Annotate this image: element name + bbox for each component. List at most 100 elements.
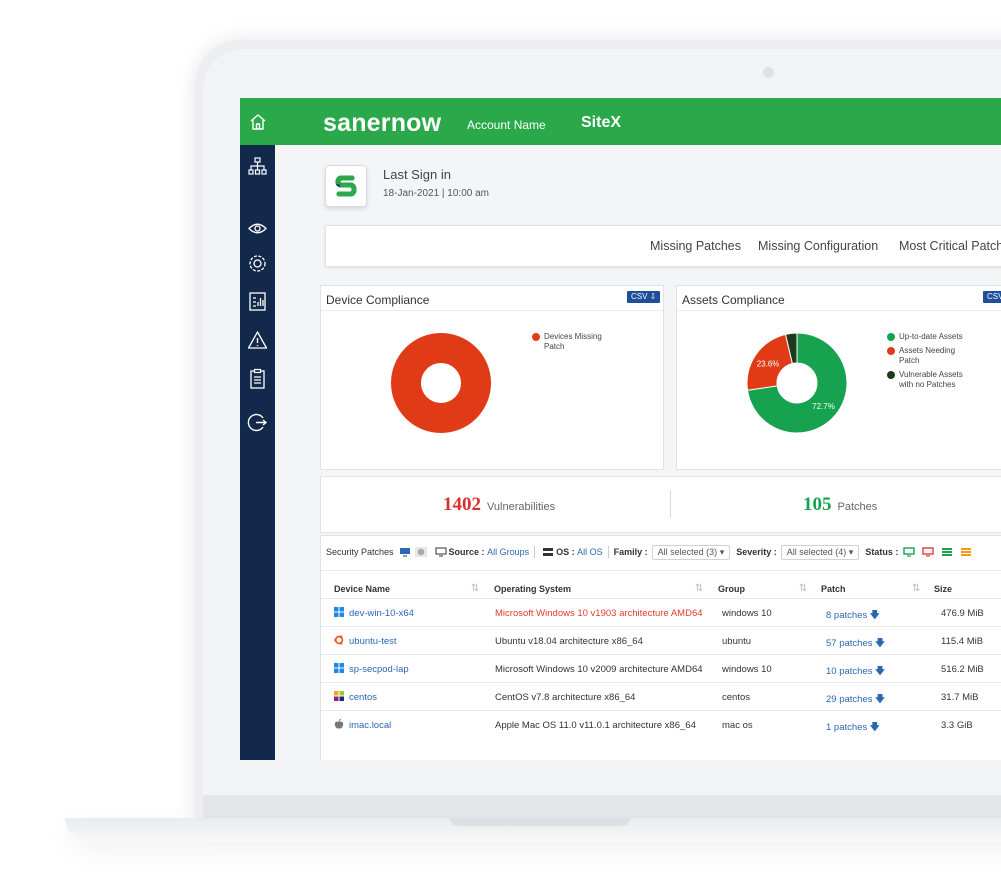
card-divider bbox=[321, 310, 663, 311]
tab-missing-configuration[interactable]: Missing Configuration bbox=[758, 239, 878, 253]
sort-icon[interactable]: ⇅ bbox=[799, 583, 807, 594]
network-icon[interactable] bbox=[247, 156, 268, 177]
gear-icon[interactable] bbox=[247, 253, 268, 274]
home-icon bbox=[250, 113, 265, 130]
download-arrow-icon: 🡇 bbox=[869, 610, 880, 621]
os-filter-label: OS : bbox=[556, 547, 575, 557]
account-name-label: Account Name bbox=[467, 118, 546, 132]
column-header-patch[interactable]: Patch bbox=[821, 584, 846, 594]
tab-missing-patches[interactable]: Missing Patches bbox=[650, 239, 741, 253]
size-cell: 31.7 MiB bbox=[941, 692, 979, 703]
device-name-link[interactable]: ubuntu-test bbox=[349, 636, 397, 647]
operating-system-cell: CentOS v7.8 architecture x86_64 bbox=[495, 692, 636, 703]
source-filter-label: Source : bbox=[448, 547, 485, 557]
account-name-value[interactable]: SiteX bbox=[581, 114, 621, 132]
legend-item-devices-missing-patch[interactable]: Devices Missing Patch bbox=[532, 332, 612, 352]
device-compliance-csv-button[interactable]: CSV ⇩ bbox=[627, 291, 661, 303]
laptop-notch bbox=[450, 818, 630, 826]
download-arrow-icon: 🡇 bbox=[869, 722, 880, 733]
status-orange-list-icon[interactable] bbox=[960, 547, 972, 557]
patches-link[interactable]: 29 patches 🡇 bbox=[826, 692, 885, 708]
device-name-link[interactable]: centos bbox=[349, 692, 377, 703]
camera bbox=[763, 67, 774, 78]
column-header-device-name[interactable]: Device Name bbox=[334, 584, 390, 594]
source-monitor-icon bbox=[435, 547, 447, 557]
report-icon[interactable] bbox=[247, 291, 268, 312]
home-button[interactable] bbox=[240, 98, 275, 145]
donut-slice-devices-missing-patch[interactable] bbox=[391, 333, 491, 433]
status-green-list-icon[interactable] bbox=[941, 547, 953, 557]
group-cell: windows 10 bbox=[722, 608, 772, 619]
source-filter-value[interactable]: All Groups bbox=[487, 547, 529, 557]
patches-link[interactable]: 8 patches 🡇 bbox=[826, 608, 880, 624]
tab-most-critical-patch[interactable]: Most Critical Patch bbox=[899, 239, 1001, 253]
legend-item-vulnerable-assets-no-patches[interactable]: Vulnerable Assets with no Patches bbox=[887, 370, 967, 390]
report-tabs: Missing Patches Missing Configuration Mo… bbox=[325, 225, 1001, 267]
patches-link[interactable]: 10 patches 🡇 bbox=[826, 664, 885, 680]
legend-item-assets-needing-patch[interactable]: Assets Needing Patch bbox=[887, 346, 967, 366]
device-name-link[interactable]: dev-win-10-x64 bbox=[349, 608, 414, 619]
status-red-monitor-icon[interactable] bbox=[922, 547, 935, 557]
centos-icon bbox=[334, 691, 344, 701]
assets-compliance-csv-button[interactable]: CSV ⇩ bbox=[983, 291, 1001, 303]
warning-icon[interactable] bbox=[247, 330, 268, 351]
operating-system-cell: Microsoft Windows 10 v2009 architecture … bbox=[495, 664, 703, 675]
legend-swatch bbox=[887, 347, 895, 355]
family-filter-label: Family : bbox=[613, 547, 648, 557]
legend-swatch bbox=[887, 371, 895, 379]
patches-count: 105 bbox=[803, 494, 832, 515]
sort-icon[interactable]: ⇅ bbox=[471, 583, 479, 594]
vulnerabilities-label: Vulnerabilities bbox=[487, 501, 556, 513]
ubuntu-icon bbox=[334, 635, 344, 645]
table-row[interactable]: dev-win-10-x64 Microsoft Windows 10 v1903… bbox=[321, 598, 1001, 626]
vulnerabilities-stat[interactable]: 1402 Vulnerabilities bbox=[443, 494, 555, 516]
logout-icon[interactable] bbox=[247, 412, 268, 433]
group-cell: ubuntu bbox=[722, 636, 752, 647]
card-divider bbox=[677, 310, 1001, 311]
os-filter-value[interactable]: All OS bbox=[577, 547, 603, 557]
operating-system-cell: Ubuntu v18.04 architecture x86_64 bbox=[495, 636, 643, 647]
donut-data-label: 23.6% bbox=[757, 359, 780, 368]
operating-system-cell: Apple Mac OS 11.0 v11.0.1 architecture x… bbox=[495, 720, 696, 731]
table-top-border bbox=[321, 570, 1001, 571]
status-green-monitor-icon[interactable] bbox=[903, 547, 916, 557]
monitor-view-icon[interactable] bbox=[399, 547, 411, 557]
download-arrow-icon: 🡇 bbox=[875, 666, 885, 677]
sort-icon[interactable]: ⇅ bbox=[912, 583, 920, 594]
security-patches-title: Security Patches bbox=[326, 547, 394, 557]
group-cell: mac os bbox=[722, 720, 753, 731]
patches-link[interactable]: 1 patches 🡇 bbox=[826, 720, 880, 736]
operating-system-cell: Microsoft Windows 10 v1903 architecture … bbox=[495, 608, 703, 619]
family-filter-dropdown[interactable]: All selected (3) ▾ bbox=[651, 544, 731, 560]
package-view-icon[interactable] bbox=[414, 547, 427, 557]
summary-stats: 1402 Vulnerabilities 105 Patches bbox=[320, 476, 1001, 533]
apple-icon bbox=[334, 719, 344, 729]
severity-filter-label: Severity : bbox=[736, 547, 777, 557]
column-header-operating-system[interactable]: Operating System bbox=[494, 584, 571, 594]
device-compliance-title: Device Compliance bbox=[326, 293, 430, 307]
clipboard-icon[interactable] bbox=[247, 368, 268, 389]
column-header-group[interactable]: Group bbox=[718, 584, 745, 594]
table-row[interactable]: ubuntu-test Ubuntu v18.04 architecture x8… bbox=[321, 626, 1001, 654]
legend-swatch bbox=[532, 333, 540, 341]
legend-item-up-to-date-assets[interactable]: Up-to-date Assets bbox=[887, 332, 967, 342]
last-signin-title: Last Sign in bbox=[383, 167, 451, 182]
device-name-link[interactable]: imac.local bbox=[349, 720, 391, 731]
legend-swatch bbox=[887, 333, 895, 341]
group-cell: centos bbox=[722, 692, 750, 703]
last-signin-date: 18-Jan-2021 | 10:00 am bbox=[383, 188, 490, 199]
vulnerabilities-count: 1402 bbox=[443, 494, 481, 515]
table-row[interactable]: centos CentOS v7.8 architecture x86_64 cen… bbox=[321, 682, 1001, 710]
patches-link[interactable]: 57 patches 🡇 bbox=[826, 636, 885, 652]
device-name-link[interactable]: sp-secpod-lap bbox=[349, 664, 409, 675]
severity-filter-dropdown[interactable]: All selected (4) ▾ bbox=[780, 544, 860, 560]
windows-icon bbox=[334, 663, 344, 673]
sort-icon[interactable]: ⇅ bbox=[695, 583, 703, 594]
assets-compliance-legend: Up-to-date Assets Assets Needing Patch V… bbox=[887, 332, 967, 394]
patches-stat[interactable]: 105 Patches bbox=[803, 494, 877, 516]
device-compliance-donut bbox=[391, 333, 491, 433]
column-header-size[interactable]: Size bbox=[934, 584, 952, 594]
eye-icon[interactable] bbox=[247, 218, 268, 239]
table-row[interactable]: sp-secpod-lap Microsoft Windows 10 v2009 … bbox=[321, 654, 1001, 682]
table-row[interactable]: imac.local Apple Mac OS 11.0 v11.0.1 arch… bbox=[321, 710, 1001, 738]
